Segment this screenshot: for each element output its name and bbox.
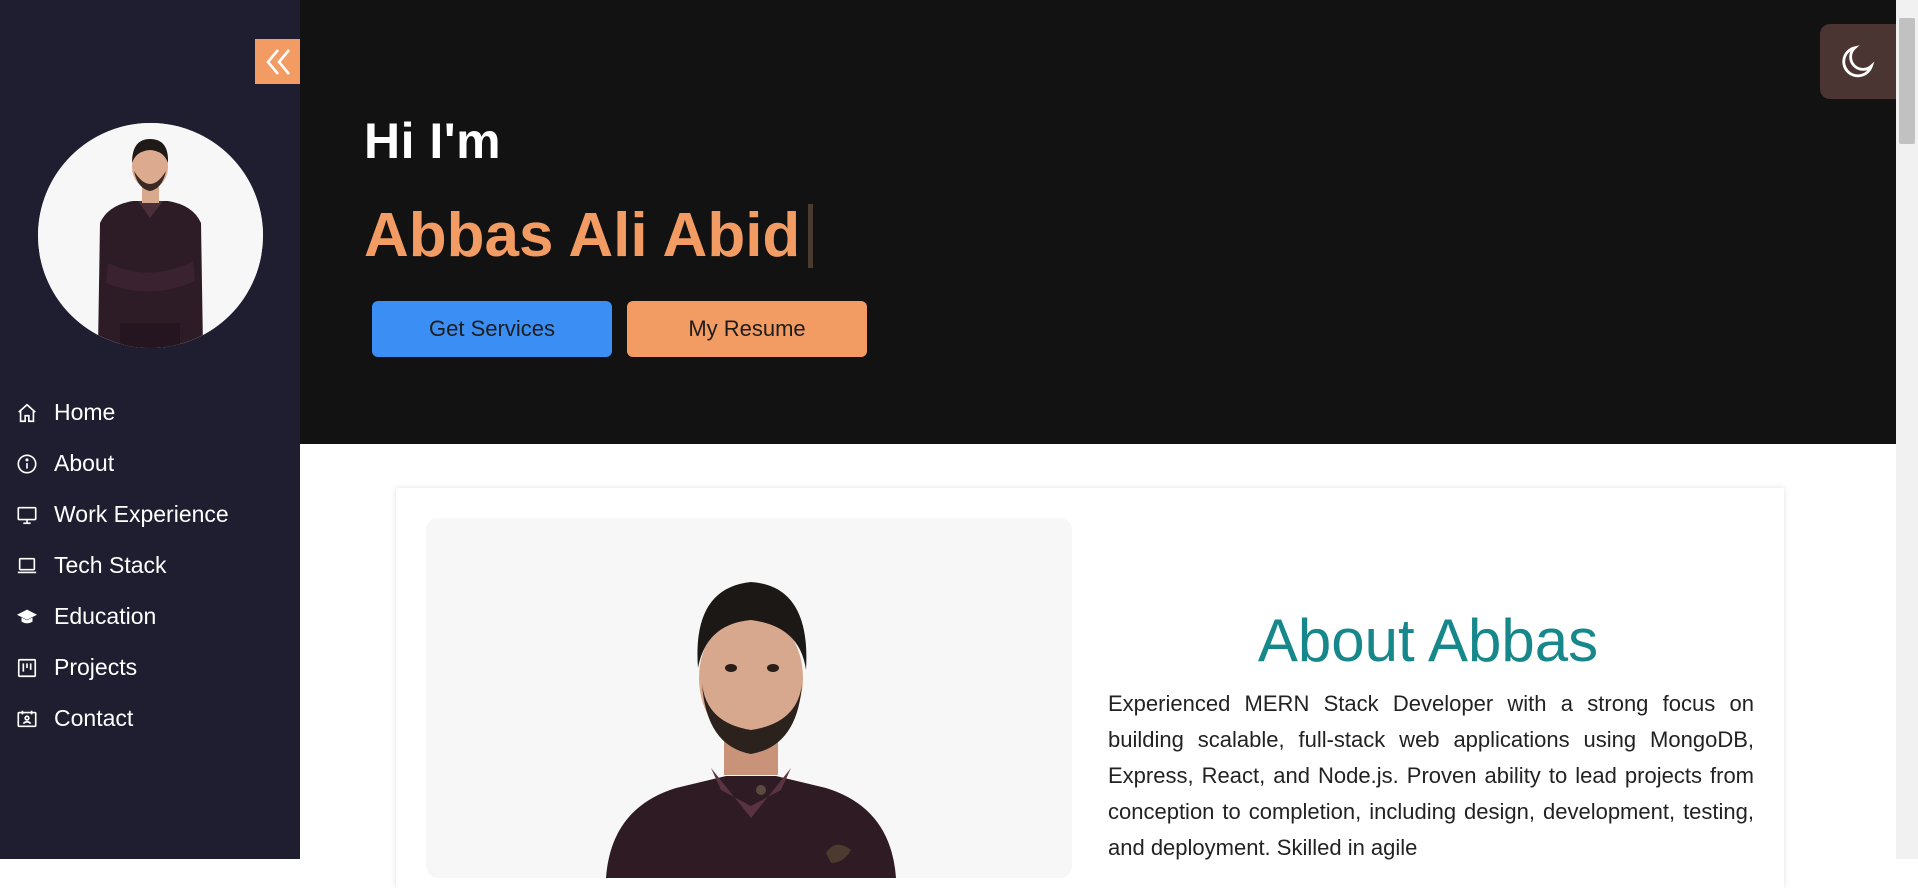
scrollbar-thumb[interactable] [1899, 18, 1915, 144]
contact-card-icon [15, 707, 39, 731]
sidebar-item-education[interactable]: Education [0, 591, 300, 642]
monitor-icon [15, 503, 39, 527]
page-scrollbar[interactable] [1896, 0, 1918, 859]
typing-cursor [808, 203, 814, 268]
sidebar-item-work-experience[interactable]: Work Experience [0, 489, 300, 540]
profile-photo [38, 123, 263, 348]
laptop-icon [15, 554, 39, 578]
sidebar-item-label: About [54, 450, 115, 476]
info-icon [15, 452, 39, 476]
kanban-icon [15, 656, 39, 680]
hero-name-text: Abbas Ali Abid [364, 201, 801, 270]
sidebar-item-label: Contact [54, 705, 134, 731]
sidebar-item-projects[interactable]: Projects [0, 642, 300, 693]
sidebar-collapse-button[interactable] [255, 39, 300, 84]
about-description: Experienced MERN Stack Developer with a … [1108, 691, 1754, 860]
sidebar-item-label: Work Experience [54, 501, 229, 527]
theme-toggle-button[interactable] [1820, 24, 1896, 99]
about-title: About Abbas [1257, 607, 1599, 674]
sidebar-item-contact[interactable]: Contact [0, 693, 300, 744]
avatar [38, 123, 263, 348]
get-services-button[interactable]: Get Services [372, 301, 612, 357]
about-profile-image [426, 518, 1072, 878]
moon-icon [1842, 44, 1875, 77]
sidebar-nav: Home About Work Experience Tech Stack Ed… [0, 387, 300, 744]
sidebar-item-home[interactable]: Home [0, 387, 300, 438]
double-chevron-left-icon [265, 48, 290, 75]
sidebar-item-label: Tech Stack [54, 552, 167, 578]
about-card: About Abbas Experienced MERN Stack Devel… [396, 488, 1784, 888]
sidebar-item-label: Home [54, 399, 116, 425]
my-resume-button[interactable]: My Resume [627, 301, 867, 357]
hero-section: Hi I'm Abbas Ali Abid Get Services My Re… [300, 0, 1896, 444]
sidebar: Home About Work Experience Tech Stack Ed… [0, 0, 300, 859]
graduation-cap-icon [15, 605, 39, 629]
sidebar-item-tech-stack[interactable]: Tech Stack [0, 540, 300, 591]
sidebar-item-label: Education [54, 603, 157, 629]
sidebar-item-about[interactable]: About [0, 438, 300, 489]
hero-greeting: Hi I'm [364, 113, 502, 169]
home-icon [15, 401, 39, 425]
sidebar-item-label: Projects [54, 654, 138, 680]
about-photo [426, 518, 1072, 878]
hero-name: Abbas Ali Abid [364, 200, 814, 271]
